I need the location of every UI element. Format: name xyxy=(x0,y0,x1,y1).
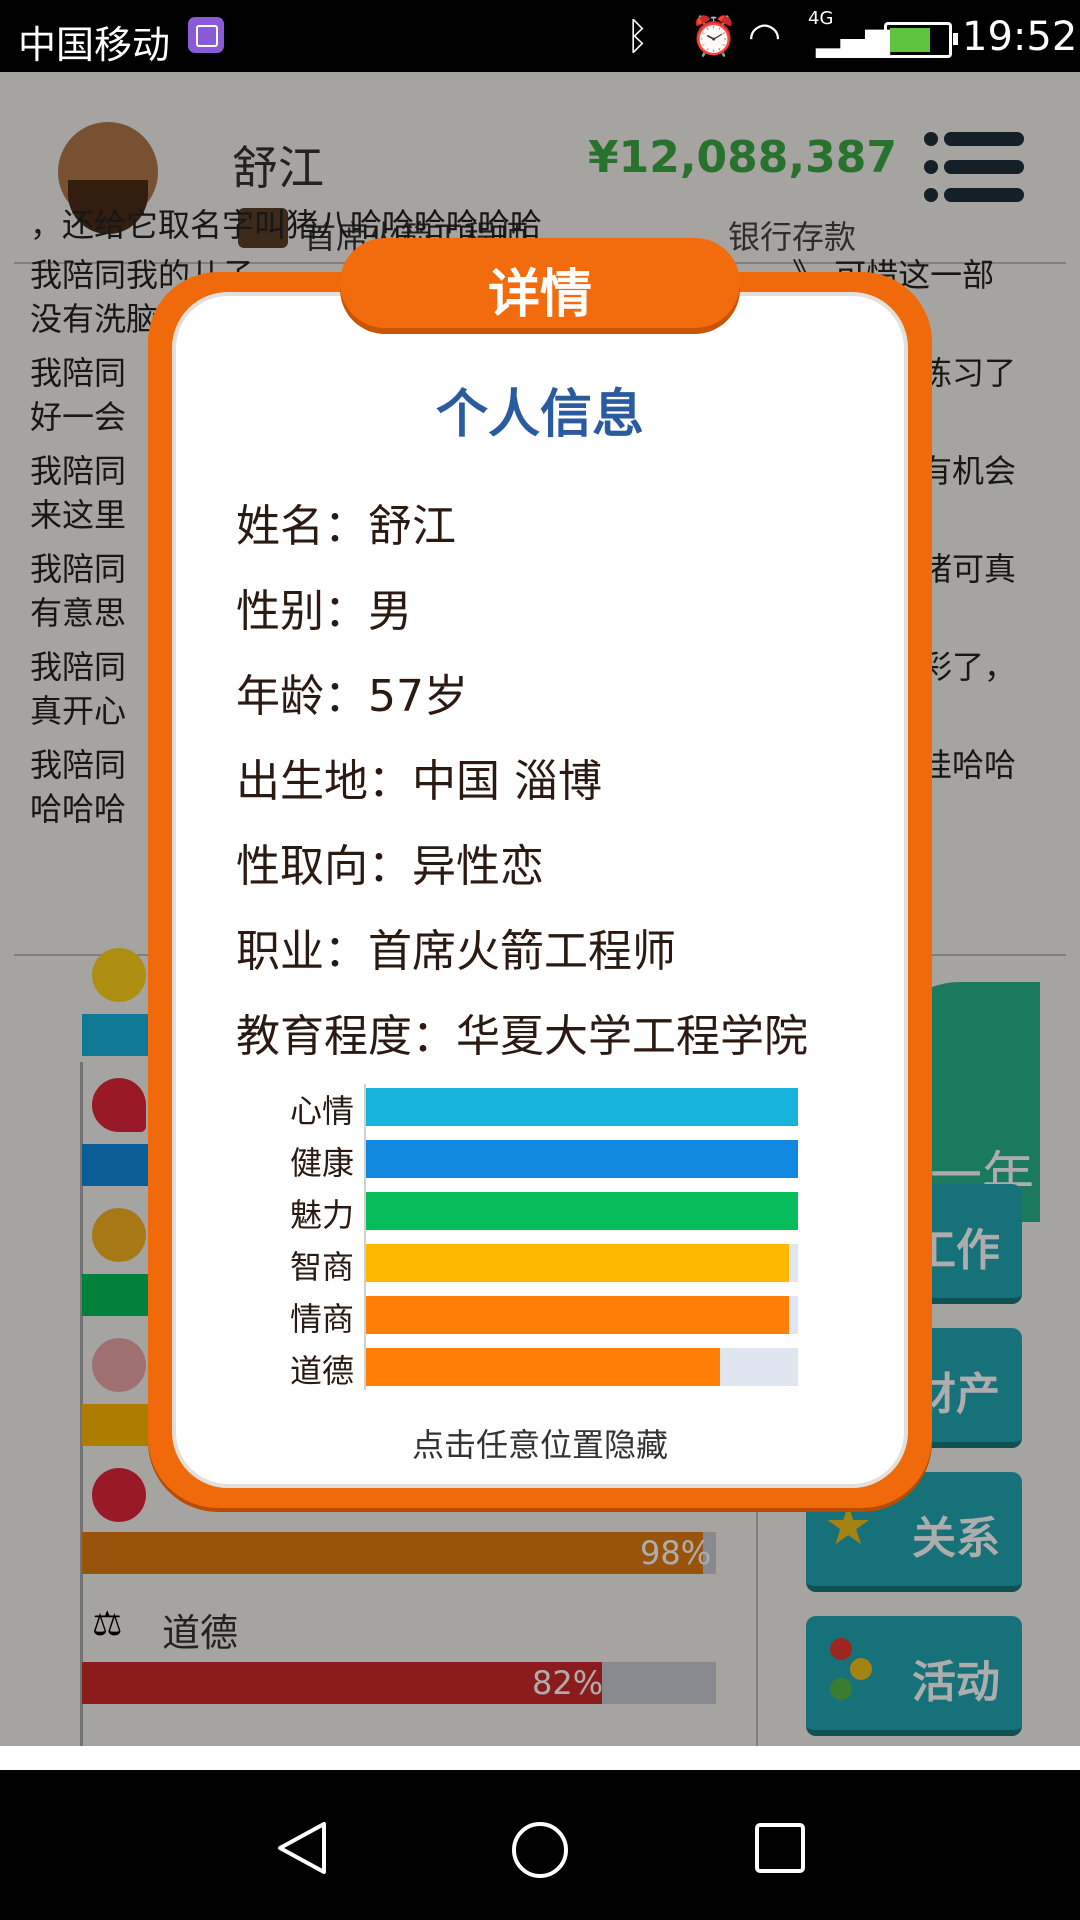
dismiss-hint: 点击任意位置隐藏 xyxy=(411,1426,668,1464)
info-age: 年龄：57岁 xyxy=(236,671,468,722)
attribute-label: 心情 xyxy=(289,1092,354,1130)
clock: 19:52 xyxy=(962,14,1078,60)
attribute-axis xyxy=(364,1084,366,1390)
navigation-bar xyxy=(0,1770,1080,1920)
attribute-bar-fill xyxy=(366,1296,790,1334)
bluetooth-icon: ᛒ xyxy=(626,14,649,58)
attribute-bar xyxy=(366,1192,798,1230)
info-education: 教育程度：华夏大学工程学院 xyxy=(236,1011,808,1062)
alarm-icon: ⏰ xyxy=(690,14,738,58)
attribute-bar-fill xyxy=(366,1088,798,1126)
attribute-bar xyxy=(366,1296,798,1334)
attribute-label: 情商 xyxy=(289,1300,354,1338)
status-bar: 中国移动 ᛒ ⏰ ◠ 4G ▂▄▆ 19:52 xyxy=(0,0,1080,72)
dialog-title: 详情 xyxy=(487,265,592,325)
home-icon[interactable] xyxy=(510,1820,570,1880)
attribute-label: 魅力 xyxy=(289,1196,354,1234)
signal-icon: ▂▄▆ xyxy=(816,20,890,58)
info-gender: 性别：男 xyxy=(236,586,412,637)
attribute-label: 道德 xyxy=(289,1352,354,1390)
attribute-bar xyxy=(366,1244,798,1282)
dialog-subtitle: 个人信息 xyxy=(435,385,644,445)
carrier-label: 中国移动 xyxy=(18,23,171,67)
info-orientation: 性取向：异性恋 xyxy=(236,841,544,892)
attribute-bar-fill xyxy=(366,1192,798,1230)
attribute-bar xyxy=(366,1348,798,1386)
attribute-label: 健康 xyxy=(289,1144,354,1182)
back-icon[interactable] xyxy=(274,1820,330,1876)
info-occupation: 职业：首席火箭工程师 xyxy=(236,926,676,977)
attribute-label: 智商 xyxy=(289,1248,354,1286)
attribute-bar-fill xyxy=(366,1140,798,1178)
attribute-bar xyxy=(366,1140,798,1178)
attribute-bar-fill xyxy=(366,1244,790,1282)
info-birthplace: 出生地：中国 淄博 xyxy=(236,756,602,807)
attribute-bar xyxy=(366,1088,798,1126)
bottom-strip xyxy=(0,1746,1080,1770)
gallery-notification-icon xyxy=(188,17,224,53)
recents-icon[interactable] xyxy=(754,1822,806,1874)
info-name: 姓名：舒江 xyxy=(236,501,456,552)
attribute-bar-fill xyxy=(366,1348,721,1386)
wifi-icon: ◠ xyxy=(748,14,782,58)
battery-icon xyxy=(884,22,958,58)
